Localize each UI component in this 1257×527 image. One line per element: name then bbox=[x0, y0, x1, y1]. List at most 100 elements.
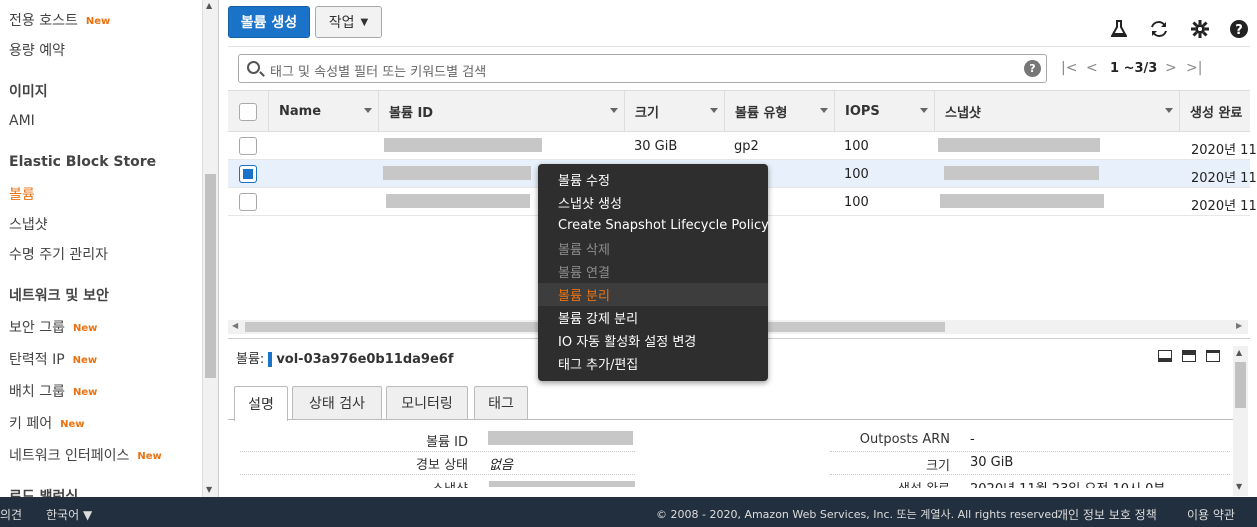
label-alarm-status: 경보 상태 bbox=[416, 458, 468, 473]
sidebar-heading-network-security: 네트워크 및 보안 bbox=[9, 288, 109, 304]
sidebar-item-capacity-reservations[interactable]: 용량 예약 bbox=[9, 40, 65, 60]
new-badge: New bbox=[60, 418, 85, 430]
sidebar-item-label: 전용 호스트 bbox=[9, 13, 78, 29]
actions-label: 작업 bbox=[328, 15, 355, 31]
sidebar-item-key-pairs[interactable]: 키 페어 New bbox=[9, 413, 84, 433]
last-page-icon[interactable]: >| bbox=[1186, 60, 1202, 76]
column-created[interactable]: 생성 완료 bbox=[1179, 91, 1250, 131]
menu-item-force-detach-volume[interactable]: 볼륨 강제 분리 bbox=[538, 306, 768, 329]
new-badge: New bbox=[72, 322, 98, 334]
row-checkbox[interactable] bbox=[239, 165, 257, 183]
new-badge: New bbox=[72, 386, 98, 398]
scroll-up-icon[interactable]: ▲ bbox=[206, 1, 212, 10]
scrollbar-thumb[interactable] bbox=[205, 174, 216, 378]
table-row[interactable]: 30 GiB gp2 100 2020년 11 bbox=[228, 132, 1257, 160]
sidebar-item-ami[interactable]: AMI bbox=[9, 113, 35, 129]
sidebar-item-label: 키 페어 bbox=[9, 416, 53, 432]
search-icon bbox=[247, 61, 260, 74]
row-separator bbox=[830, 474, 1230, 475]
filter-search-input[interactable]: 태그 및 속성별 필터 또는 키워드별 검색 ? bbox=[238, 54, 1047, 83]
privacy-policy-link[interactable]: 개인 정보 보호 정책 bbox=[1057, 506, 1157, 523]
column-label: 볼륨 ID bbox=[389, 105, 434, 121]
panel-half-icon[interactable] bbox=[1182, 350, 1196, 362]
menu-item-detach-volume[interactable]: 볼륨 분리 bbox=[538, 283, 768, 306]
search-help-icon[interactable]: ? bbox=[1024, 60, 1041, 77]
panel-maximize-icon[interactable] bbox=[1206, 350, 1220, 362]
help-icon[interactable]: ? bbox=[1229, 19, 1249, 39]
terms-link[interactable]: 이용 약관 bbox=[1187, 506, 1235, 523]
column-label: Name bbox=[279, 103, 322, 119]
sidebar-item-elastic-ips[interactable]: 탄력적 IP New bbox=[9, 349, 97, 369]
redacted-volume-id-value bbox=[488, 431, 633, 445]
menu-item-create-lifecycle-policy[interactable]: Create Snapshot Lifecycle Policy bbox=[538, 214, 769, 237]
column-snapshot[interactable]: 스냅샷 bbox=[934, 91, 1179, 131]
column-name[interactable]: Name bbox=[268, 91, 378, 131]
sidebar-divider bbox=[218, 0, 219, 497]
refresh-icon[interactable] bbox=[1149, 19, 1169, 39]
feedback-link[interactable]: 의견 bbox=[0, 506, 22, 523]
chevron-down-icon: ▼ bbox=[360, 16, 369, 28]
redacted-snapshot-value bbox=[489, 481, 635, 487]
sort-caret-icon bbox=[820, 108, 828, 113]
sort-caret-icon bbox=[1165, 108, 1173, 113]
cell-iops: 100 bbox=[844, 139, 869, 154]
sort-caret-icon bbox=[920, 108, 928, 113]
selected-volume-heading: 볼륨: vol-03a976e0b11da9e6f bbox=[236, 348, 453, 367]
tab-tags[interactable]: 태그 bbox=[474, 386, 528, 419]
column-volume-type[interactable]: 볼륨 유형 bbox=[724, 91, 834, 131]
menu-item-modify-volume[interactable]: 볼륨 수정 bbox=[538, 168, 768, 191]
label-snapshot: 스냅샷 bbox=[380, 478, 468, 488]
label-outposts-arn: Outposts ARN bbox=[859, 432, 950, 447]
scroll-left-icon[interactable]: ◀ bbox=[232, 321, 238, 330]
scroll-up-icon[interactable]: ▲ bbox=[1236, 348, 1242, 357]
row-checkbox[interactable] bbox=[239, 137, 257, 155]
pagination-range: 1 ~3/3 bbox=[1110, 61, 1158, 76]
sidebar-item-security-groups[interactable]: 보안 그룹 New bbox=[9, 317, 97, 337]
tab-status-checks[interactable]: 상태 검사 bbox=[292, 386, 382, 419]
cell-volume-type: gp2 bbox=[734, 139, 759, 154]
panel-minimize-icon[interactable] bbox=[1158, 350, 1172, 362]
detail-scrollbar[interactable]: ▲ ▼ bbox=[1233, 346, 1248, 496]
scrollbar-thumb[interactable] bbox=[1235, 362, 1246, 408]
row-separator bbox=[240, 474, 635, 475]
scroll-down-icon[interactable]: ▼ bbox=[206, 485, 212, 494]
sidebar-item-dedicated-hosts[interactable]: 전용 호스트 New bbox=[9, 10, 110, 30]
language-selector[interactable]: 한국어 ▼ bbox=[46, 506, 92, 523]
row-separator bbox=[240, 451, 635, 452]
label-volume-id: 볼륨 ID bbox=[426, 435, 468, 450]
column-iops[interactable]: IOPS bbox=[834, 91, 934, 131]
first-page-icon[interactable]: |< bbox=[1061, 60, 1077, 76]
scroll-right-icon[interactable]: ▶ bbox=[1236, 321, 1242, 330]
column-volume-id[interactable]: 볼륨 ID bbox=[378, 91, 624, 131]
gear-icon[interactable] bbox=[1190, 19, 1210, 39]
sidebar-item-label: 배치 그룹 bbox=[9, 384, 65, 400]
sidebar-item-placement-groups[interactable]: 배치 그룹 New bbox=[9, 381, 97, 401]
sort-caret-icon bbox=[710, 108, 718, 113]
actions-button[interactable]: 작업 ▼ bbox=[315, 6, 382, 38]
row-checkbox[interactable] bbox=[239, 193, 257, 211]
column-label: 볼륨 유형 bbox=[735, 105, 788, 121]
create-volume-button[interactable]: 볼륨 생성 bbox=[228, 6, 310, 38]
console-footer: 의견 한국어 ▼ © 2008 - 2020, Amazon Web Servi… bbox=[0, 497, 1257, 527]
volume-color-marker bbox=[268, 352, 273, 367]
tab-monitoring[interactable]: 모니터링 bbox=[386, 386, 468, 419]
sidebar-scrollbar[interactable]: ▲ ▼ bbox=[202, 0, 218, 497]
menu-item-create-snapshot[interactable]: 스냅샷 생성 bbox=[538, 191, 768, 214]
column-size[interactable]: 크기 bbox=[624, 91, 724, 131]
language-label: 한국어 bbox=[46, 508, 80, 522]
sidebar-item-network-interfaces[interactable]: 네트워크 인터페이스 New bbox=[9, 445, 162, 465]
redacted-volume-id bbox=[386, 194, 530, 208]
menu-item-change-auto-enable-io[interactable]: IO 자동 활성화 설정 변경 bbox=[538, 329, 768, 352]
select-all-checkbox[interactable] bbox=[239, 103, 257, 121]
sidebar-item-volumes[interactable]: 볼륨 bbox=[9, 184, 35, 204]
prev-page-icon[interactable]: < bbox=[1086, 60, 1098, 76]
menu-item-add-edit-tags[interactable]: 태그 추가/편집 bbox=[538, 352, 768, 375]
flask-icon[interactable] bbox=[1109, 19, 1129, 39]
sidebar-heading-images: 이미지 bbox=[9, 84, 48, 100]
sidebar-item-snapshots[interactable]: 스냅샷 bbox=[9, 214, 48, 234]
next-page-icon[interactable]: > bbox=[1165, 60, 1177, 76]
scroll-down-icon[interactable]: ▼ bbox=[1236, 482, 1242, 491]
sidebar-item-lifecycle-manager[interactable]: 수명 주기 관리자 bbox=[9, 244, 108, 264]
tab-description[interactable]: 설명 bbox=[234, 386, 288, 421]
label-created: 생성 완료 bbox=[830, 478, 950, 488]
